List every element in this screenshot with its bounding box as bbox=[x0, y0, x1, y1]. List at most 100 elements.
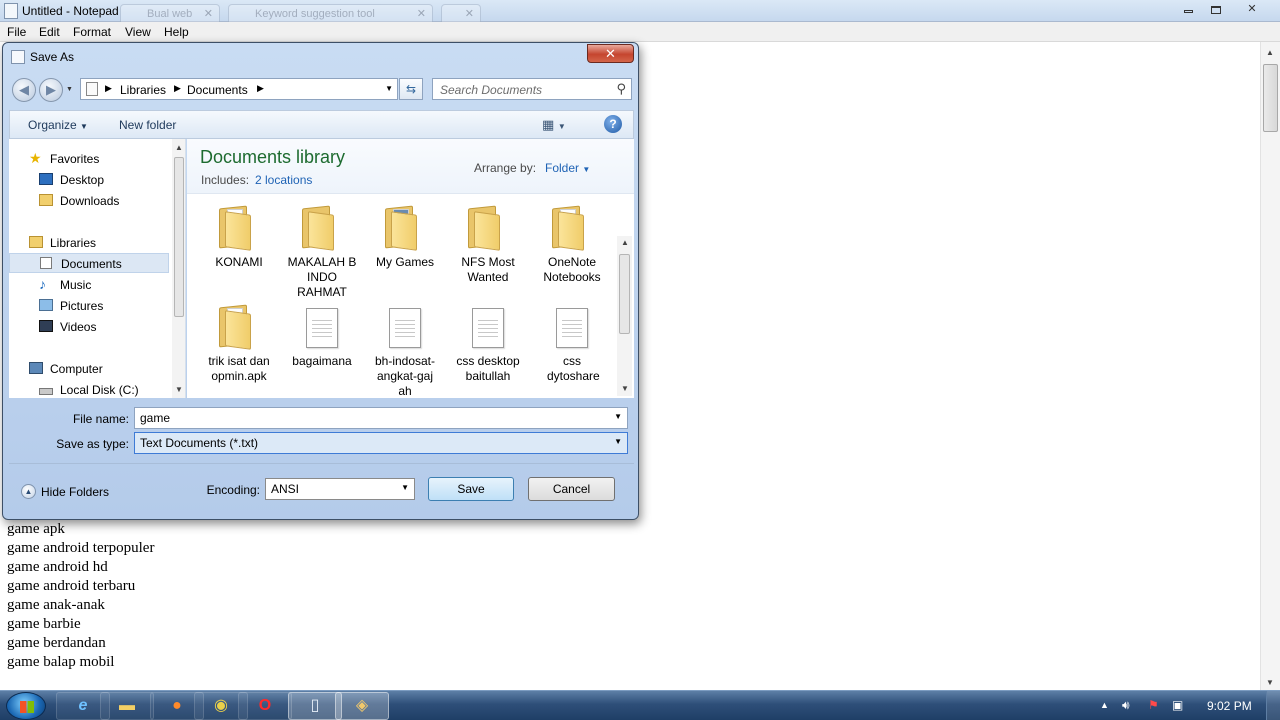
volume-icon[interactable]: 🔊︎ bbox=[1122, 698, 1130, 713]
dialog-icon bbox=[11, 50, 25, 64]
organize-button[interactable]: Organize ▼ bbox=[28, 118, 88, 132]
notepad-icon[interactable]: ▯ bbox=[288, 692, 342, 720]
scroll-thumb[interactable] bbox=[1263, 64, 1278, 132]
nav-music[interactable]: ♪ Music bbox=[9, 275, 169, 295]
nav-local-disk[interactable]: Local Disk (C:) bbox=[9, 380, 169, 398]
desktop-icon bbox=[39, 173, 53, 185]
chevron-down-icon[interactable]: ▼ bbox=[614, 412, 622, 421]
menu-file[interactable]: File bbox=[7, 25, 26, 39]
save-as-type-select[interactable]: Text Documents (*.txt) ▼ bbox=[134, 432, 628, 454]
nav-desktop[interactable]: Desktop bbox=[9, 170, 169, 190]
arrange-by-label: Arrange by: bbox=[474, 161, 537, 175]
chevron-down-icon[interactable]: ▼ bbox=[401, 483, 409, 492]
scroll-thumb[interactable] bbox=[174, 157, 184, 317]
action-center-icon[interactable]: ⚑ bbox=[1148, 698, 1159, 712]
recent-pages-icon[interactable]: ▼ bbox=[66, 86, 73, 93]
chevron-right-icon[interactable]: ▶ bbox=[105, 83, 112, 94]
breadcrumb-libraries[interactable]: Libraries bbox=[120, 83, 166, 97]
folder-icon bbox=[219, 304, 255, 350]
vertical-scrollbar[interactable]: ▲ ▼ bbox=[1260, 42, 1280, 690]
library-header: Documents library Includes: 2 locations … bbox=[187, 139, 634, 194]
chevron-down-icon[interactable]: ▼ bbox=[385, 84, 393, 93]
videos-icon bbox=[39, 320, 53, 332]
explorer-icon[interactable]: ▬ bbox=[100, 692, 154, 720]
cancel-button[interactable]: Cancel bbox=[528, 477, 615, 501]
chevron-right-icon[interactable]: ▶ bbox=[174, 83, 181, 94]
scroll-up-icon[interactable]: ▲ bbox=[621, 238, 629, 247]
libraries-icon bbox=[29, 236, 43, 248]
library-title: Documents library bbox=[200, 147, 346, 167]
chevron-right-icon[interactable]: ▶ bbox=[257, 83, 264, 94]
nav-documents[interactable]: Documents bbox=[9, 253, 169, 273]
text-file-icon bbox=[472, 308, 504, 348]
close-button[interactable]: ✕ bbox=[1239, 2, 1265, 19]
maximize-button[interactable] bbox=[1203, 2, 1229, 19]
menu-format[interactable]: Format bbox=[73, 25, 111, 39]
opera-icon[interactable]: O bbox=[238, 692, 292, 720]
back-button[interactable]: ◀ bbox=[12, 78, 36, 102]
refresh-button[interactable]: ⇆ bbox=[399, 78, 423, 100]
new-folder-button[interactable]: New folder bbox=[119, 118, 176, 132]
menu-help[interactable]: Help bbox=[164, 25, 189, 39]
file-list-pane[interactable]: Documents library Includes: 2 locations … bbox=[187, 139, 634, 398]
text-line: game android terpopuler bbox=[7, 540, 155, 556]
scroll-down-icon[interactable]: ▼ bbox=[1266, 678, 1274, 687]
text-line: game berdandan bbox=[7, 635, 106, 651]
scroll-up-icon[interactable]: ▲ bbox=[1266, 48, 1274, 57]
star-icon: ★ bbox=[29, 150, 42, 166]
chevron-down-icon[interactable]: ▼ bbox=[614, 437, 622, 446]
text-line: game barbie bbox=[7, 616, 81, 632]
network-icon[interactable]: ▣ bbox=[1172, 698, 1183, 712]
folder-icon bbox=[219, 205, 255, 251]
search-icon: ⚲ bbox=[616, 81, 626, 96]
folder-icon bbox=[468, 205, 504, 251]
text-file-icon bbox=[556, 308, 588, 348]
scroll-down-icon[interactable]: ▼ bbox=[621, 384, 629, 393]
back-arrow-icon: ◀ bbox=[19, 82, 29, 97]
nav-libraries[interactable]: Libraries bbox=[9, 233, 169, 253]
nav-pictures[interactable]: Pictures bbox=[9, 296, 169, 316]
nav-computer[interactable]: Computer bbox=[9, 359, 169, 379]
start-button[interactable] bbox=[6, 692, 46, 720]
music-icon: ♪ bbox=[39, 276, 46, 292]
dialog-title: Save As bbox=[30, 50, 75, 64]
scroll-down-icon[interactable]: ▼ bbox=[175, 385, 183, 394]
file-name-label: File name: bbox=[72, 412, 129, 426]
nav-favorites[interactable]: ★ Favorites bbox=[9, 149, 169, 169]
scroll-thumb[interactable] bbox=[619, 254, 630, 334]
clock[interactable]: 9:02 PM bbox=[1207, 699, 1252, 713]
arrange-by-dropdown[interactable]: Folder ▼ bbox=[545, 161, 590, 175]
background-tab: Keyword suggestion tool ✕ bbox=[228, 4, 433, 22]
background-tab: ✕ bbox=[441, 4, 481, 22]
nav-scrollbar[interactable]: ▲ ▼ bbox=[172, 139, 185, 398]
help-icon[interactable]: ? bbox=[604, 115, 622, 133]
dialog-close-button[interactable]: ✕ bbox=[587, 44, 634, 63]
paint-icon[interactable]: ◈ bbox=[335, 692, 389, 720]
search-placeholder: Search Documents bbox=[440, 83, 543, 97]
forward-button[interactable]: ▶ bbox=[39, 78, 63, 102]
breadcrumb-documents[interactable]: Documents bbox=[187, 83, 248, 97]
menu-edit[interactable]: Edit bbox=[39, 25, 60, 39]
refresh-icon: ⇆ bbox=[405, 82, 417, 96]
save-as-dialog: Save As ✕ ◀ ▶ ▼ ▶ Libraries ▶ Documents … bbox=[2, 42, 639, 520]
taskbar: e ▬ ● ◉ O ▯ ◈ ▲ 🔊︎ ⚑ ▣ 9:02 PM bbox=[0, 690, 1280, 720]
address-bar[interactable]: ▶ Libraries ▶ Documents ▶ ▼ bbox=[80, 78, 398, 100]
encoding-select[interactable]: ANSI ▼ bbox=[265, 478, 415, 500]
navigation-pane[interactable]: ★ Favorites Desktop Downloads Libraries … bbox=[9, 139, 186, 398]
save-button[interactable]: Save bbox=[428, 477, 514, 501]
menubar: File Edit Format View Help bbox=[0, 22, 1280, 42]
menu-view[interactable]: View bbox=[125, 25, 151, 39]
locations-link[interactable]: 2 locations bbox=[255, 173, 312, 187]
search-input[interactable]: Search Documents ⚲ bbox=[432, 78, 632, 100]
content-scrollbar[interactable]: ▲ ▼ bbox=[617, 236, 632, 396]
show-desktop-button[interactable] bbox=[1266, 691, 1280, 720]
nav-videos[interactable]: Videos bbox=[9, 317, 169, 337]
nav-downloads[interactable]: Downloads bbox=[9, 191, 169, 211]
text-line: game apk bbox=[7, 521, 65, 537]
location-icon bbox=[86, 82, 98, 96]
scroll-up-icon[interactable]: ▲ bbox=[175, 143, 183, 152]
change-view-icon[interactable]: ▦ ▼ bbox=[542, 117, 566, 133]
file-name-field[interactable]: game ▼ bbox=[134, 407, 628, 429]
minimize-button[interactable] bbox=[1175, 2, 1201, 19]
show-hidden-icons-icon[interactable]: ▲ bbox=[1100, 700, 1109, 710]
